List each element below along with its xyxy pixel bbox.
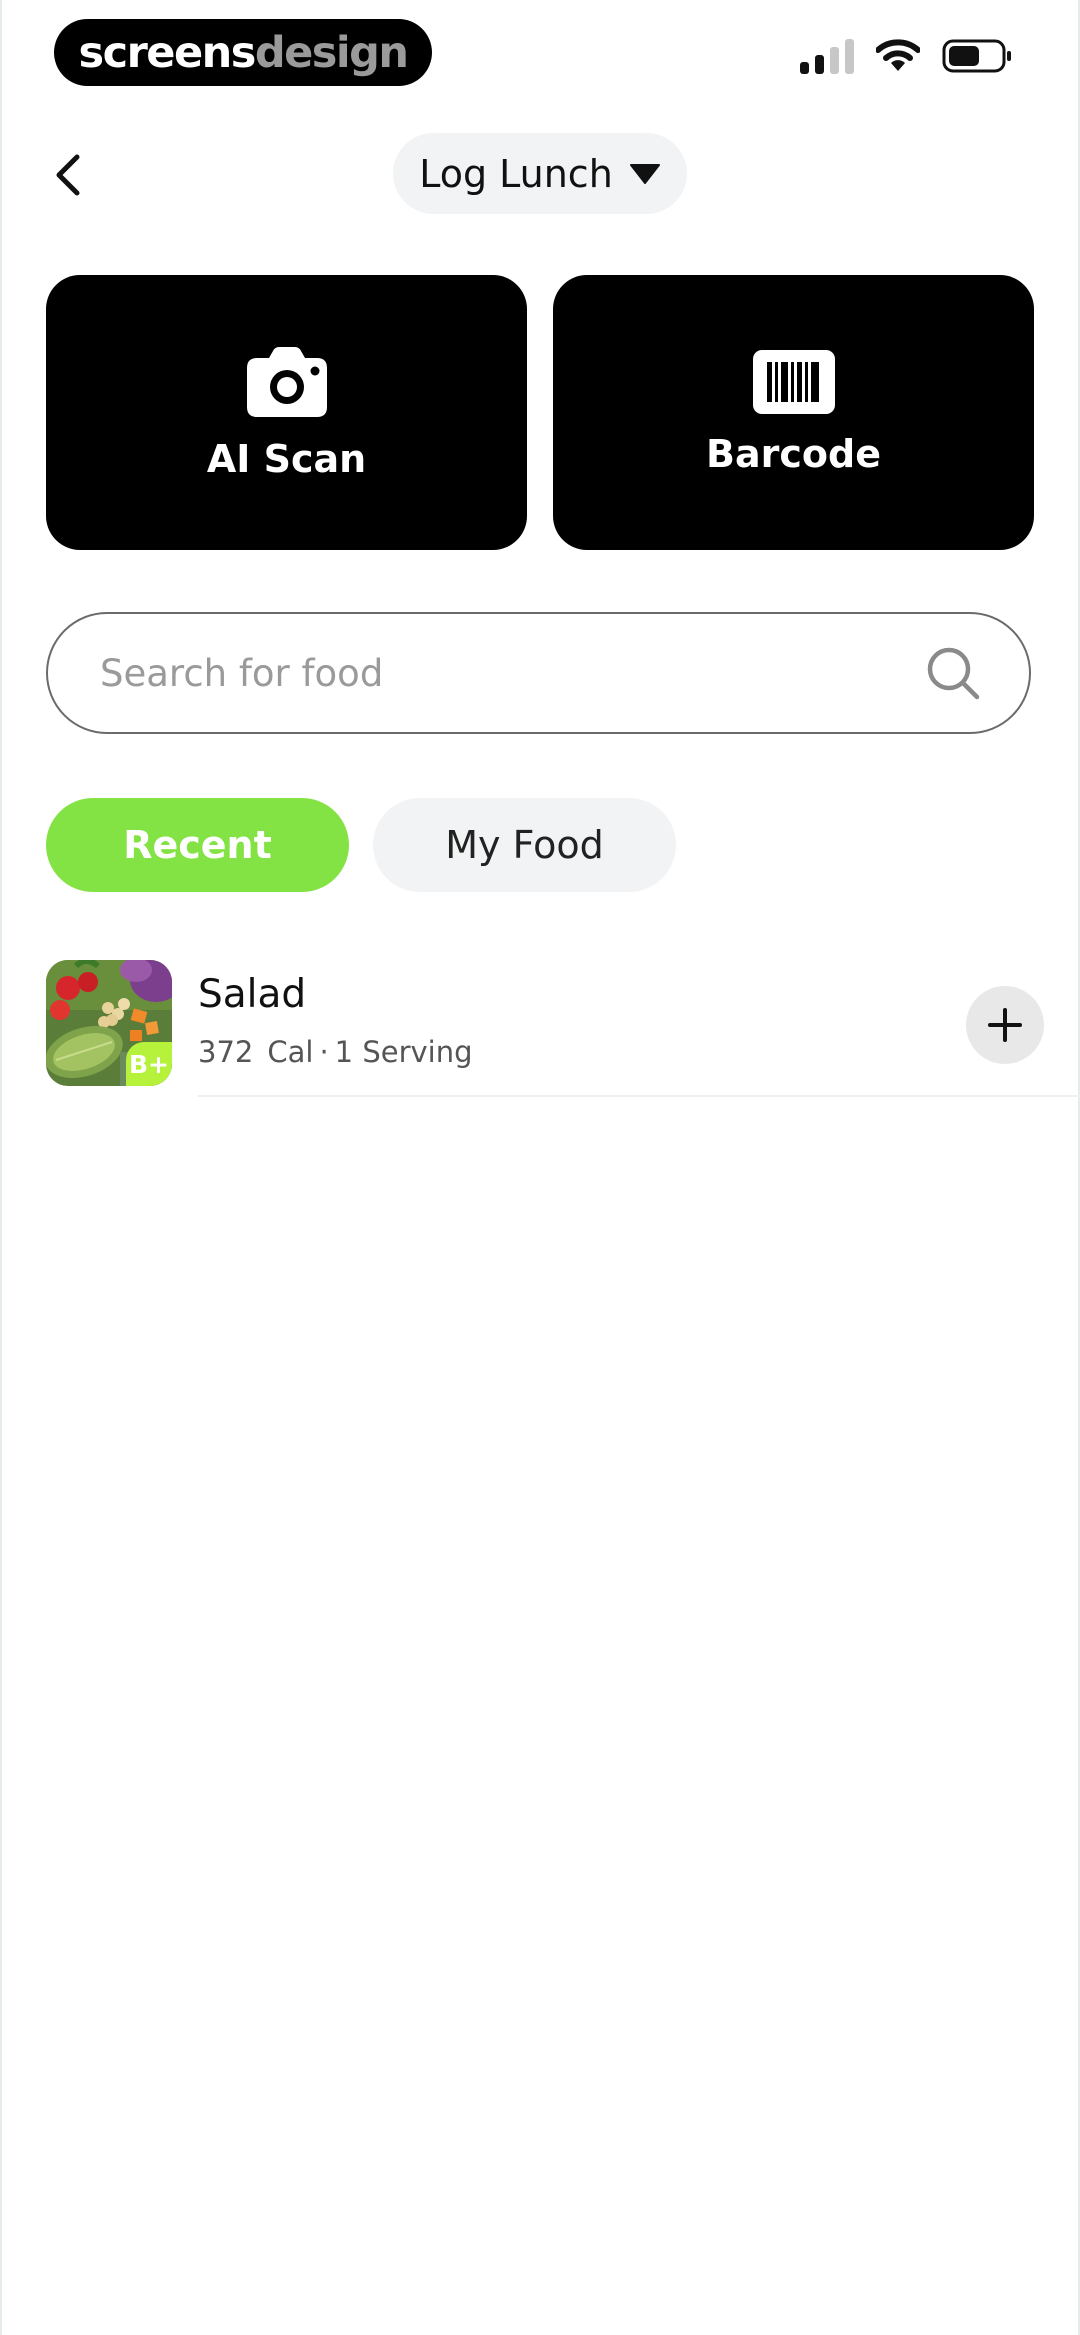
food-meta-separator: · — [319, 1035, 329, 1069]
status-icons — [800, 38, 1012, 74]
food-serving: 1 Serving — [334, 1035, 473, 1069]
food-name: Salad — [198, 972, 307, 1017]
tab-recent[interactable]: Recent — [46, 798, 349, 892]
meal-selector-label: Log Lunch — [419, 151, 613, 196]
wifi-icon — [876, 39, 920, 71]
back-button[interactable] — [40, 140, 96, 210]
meal-selector-dropdown[interactable]: Log Lunch — [393, 133, 687, 214]
list-divider — [198, 1095, 1080, 1097]
plus-icon — [988, 1008, 1022, 1042]
barcode-icon — [752, 349, 835, 414]
chevron-left-icon — [56, 154, 80, 196]
ai-scan-button[interactable]: AI Scan — [46, 275, 527, 550]
food-thumbnail: B+ — [46, 960, 172, 1086]
cellular-signal-icon — [800, 38, 854, 74]
brand-logo-part1: screens — [78, 27, 257, 78]
food-list-item[interactable]: B+ Salad 372 Cal · 1 Serving — [46, 960, 1080, 1097]
camera-icon — [246, 346, 327, 417]
brand-logo: screens design — [54, 19, 432, 86]
barcode-button[interactable]: Barcode — [553, 275, 1034, 550]
barcode-label: Barcode — [706, 431, 881, 476]
search-bar — [46, 612, 1031, 734]
add-food-button[interactable] — [966, 986, 1044, 1064]
tab-my-food[interactable]: My Food — [373, 798, 676, 892]
food-meta: 372 Cal · 1 Serving — [198, 1035, 473, 1069]
brand-logo-part2: design — [254, 27, 409, 78]
triangle-down-icon — [629, 163, 660, 184]
grade-badge: B+ — [126, 1042, 172, 1086]
search-icon[interactable] — [925, 645, 981, 701]
ai-scan-label: AI Scan — [206, 436, 367, 481]
frame-edge-left — [0, 0, 2, 2335]
food-calories: 372 — [198, 1035, 254, 1069]
search-input[interactable] — [98, 650, 925, 696]
battery-icon — [942, 39, 1011, 73]
food-calorie-unit: Cal — [267, 1035, 314, 1069]
